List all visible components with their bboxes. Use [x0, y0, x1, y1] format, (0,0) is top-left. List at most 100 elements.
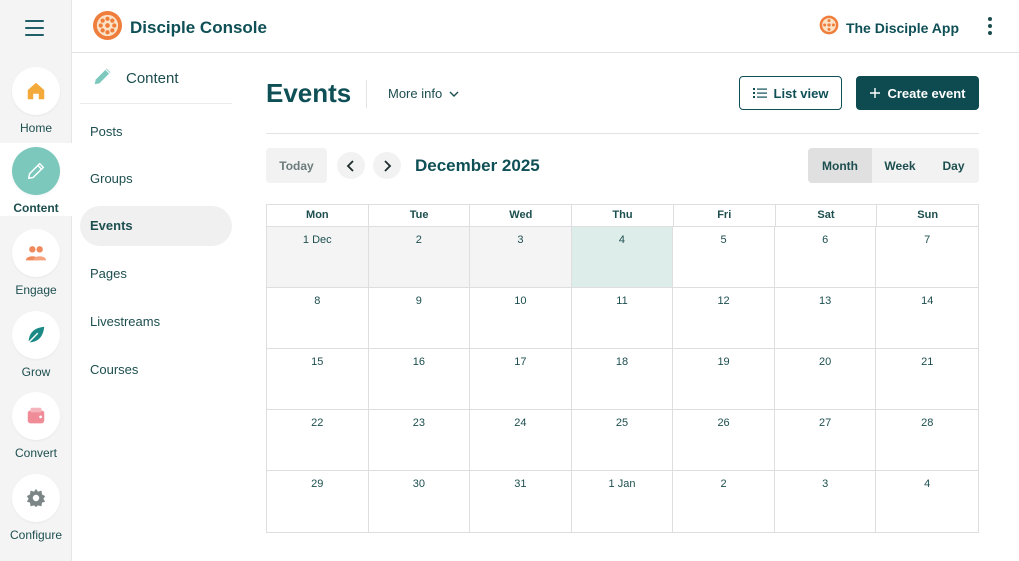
calendar-day-cell[interactable]: 7: [876, 227, 978, 288]
calendar-day-cell[interactable]: 17: [470, 349, 572, 410]
rail-item-grow[interactable]: Grow: [0, 311, 72, 379]
rail-item-convert[interactable]: Convert: [0, 392, 72, 460]
chevron-down-icon: [448, 88, 460, 100]
list-icon: [752, 87, 767, 99]
weekday-label: Sun: [917, 209, 939, 221]
leaf-icon: [12, 311, 60, 359]
calendar-day-cell[interactable]: 2: [673, 471, 775, 532]
calendar-day-cell[interactable]: 24: [470, 410, 572, 471]
calendar-day-cell[interactable]: 14: [876, 288, 978, 349]
day-number: 7: [924, 234, 931, 246]
calendar-day-cell[interactable]: 19: [673, 349, 775, 410]
calendar-day-cell[interactable]: 3: [775, 471, 877, 532]
day-number: 19: [717, 356, 730, 368]
app-switcher[interactable]: The Disciple App: [819, 15, 959, 40]
calendar-day-cell[interactable]: 20: [774, 349, 877, 410]
day-number: 10: [514, 295, 527, 307]
calendar-day-cell[interactable]: 11: [571, 288, 674, 349]
day-number: 3: [517, 234, 524, 246]
subnav-item-livestreams[interactable]: Livestreams: [80, 302, 232, 342]
day-number: 28: [921, 417, 934, 429]
more-options-icon[interactable]: [987, 17, 993, 36]
subnav-item-groups[interactable]: Groups: [80, 159, 232, 199]
list-view-button[interactable]: List view: [739, 76, 842, 110]
calendar-day-cell[interactable]: 3: [470, 227, 572, 288]
rail-item-configure[interactable]: Configure: [0, 474, 72, 542]
calendar-day-cell[interactable]: 12: [673, 288, 775, 349]
weekday-label: Sat: [776, 205, 878, 226]
subnav-item-pages[interactable]: Pages: [80, 254, 232, 294]
next-month-button[interactable]: [373, 152, 401, 179]
calendar-day-cell[interactable]: 8: [267, 288, 369, 349]
day-number: 31: [514, 478, 527, 490]
view-day-button[interactable]: Day: [928, 148, 979, 183]
brand: Disciple Console: [92, 10, 267, 46]
calendar-day-cell[interactable]: 27: [774, 410, 877, 471]
day-number: 24: [514, 417, 527, 429]
weekday-label: Wed: [470, 205, 573, 226]
subnav-item-courses[interactable]: Courses: [80, 350, 232, 390]
more-info-dropdown[interactable]: More info: [388, 86, 460, 101]
more-info-label: More info: [388, 86, 443, 101]
subnav-item-events[interactable]: Events: [80, 206, 232, 246]
calendar-day-cell[interactable]: 18: [571, 349, 674, 410]
day-number: 15: [311, 356, 324, 368]
calendar-day-cell[interactable]: 1 Dec: [267, 227, 369, 288]
calendar-day-cell[interactable]: 22: [267, 410, 369, 471]
calendar-day-cell[interactable]: 2: [368, 227, 471, 288]
list-view-label: List view: [773, 85, 829, 101]
view-week-button[interactable]: Week: [872, 148, 928, 183]
rail-item-home[interactable]: Home: [0, 67, 72, 135]
calendar-day-cell[interactable]: 28: [876, 410, 978, 471]
day-number: 18: [615, 356, 629, 368]
calendar-day-cell[interactable]: 13: [774, 288, 877, 349]
calendar-day-cell[interactable]: 15: [267, 349, 369, 410]
create-event-label: Create event: [887, 85, 966, 101]
calendar-day-cell[interactable]: 9: [368, 288, 471, 349]
calendar-day-cell[interactable]: 16: [368, 349, 471, 410]
weekday-header: Mon Tue Wed Thu Fri Sat Sun: [267, 205, 978, 227]
view-month-button[interactable]: Month: [808, 148, 872, 183]
calendar-day-cell[interactable]: 6: [774, 227, 877, 288]
day-number: 25: [615, 417, 629, 429]
calendar-day-cell[interactable]: 31: [470, 471, 572, 532]
day-number: 5: [720, 234, 727, 246]
calendar-day-cell[interactable]: 23: [368, 410, 471, 471]
subnav-header: Content: [80, 53, 232, 104]
calendar-day-cell[interactable]: 25: [571, 410, 674, 471]
day-number: 14: [921, 295, 934, 307]
rail-item-engage[interactable]: Engage: [0, 229, 72, 297]
page-title: Events: [266, 78, 352, 108]
day-number: 3: [822, 478, 829, 490]
rail-label: Grow: [21, 365, 51, 379]
day-number: 20: [819, 356, 832, 368]
previous-month-button[interactable]: [337, 152, 365, 179]
calendar-day-cell[interactable]: 4: [876, 471, 978, 532]
calendar-day-cell[interactable]: 5: [673, 227, 775, 288]
create-event-button[interactable]: Create event: [856, 76, 979, 110]
day-number: 1 Dec: [302, 234, 332, 246]
brand-logo-icon: [92, 10, 123, 46]
chevron-left-icon: [346, 159, 356, 172]
rail-label: Home: [19, 121, 52, 135]
gear-icon: [12, 474, 60, 522]
day-number: 1 Jan: [608, 478, 636, 490]
calendar-day-today[interactable]: 4: [571, 227, 674, 288]
day-number: 13: [819, 295, 832, 307]
menu-icon[interactable]: [25, 20, 44, 36]
calendar-day-cell[interactable]: 26: [673, 410, 775, 471]
calendar-days: 1 Dec 2 3 4 5 6 7 8 9 10 11 12 13 14 15 16 17 18 19 20 21 22 2…: [267, 227, 978, 532]
subnav-item-posts[interactable]: Posts: [80, 112, 232, 152]
rail-label: Content: [13, 201, 59, 215]
view-toggle: Month Week Day: [808, 148, 979, 183]
today-button[interactable]: Today: [266, 148, 327, 183]
day-number: 2: [720, 478, 727, 490]
calendar-day-cell[interactable]: 10: [470, 288, 572, 349]
rail-item-content[interactable]: Content: [0, 143, 72, 216]
pencil-icon: [92, 65, 114, 92]
weekday-label: Fri: [674, 205, 776, 226]
calendar-day-cell[interactable]: 29: [267, 471, 369, 532]
calendar-day-cell[interactable]: 30: [369, 471, 471, 532]
calendar-day-cell[interactable]: 21: [876, 349, 978, 410]
calendar-day-cell[interactable]: 1 Jan: [572, 471, 674, 532]
